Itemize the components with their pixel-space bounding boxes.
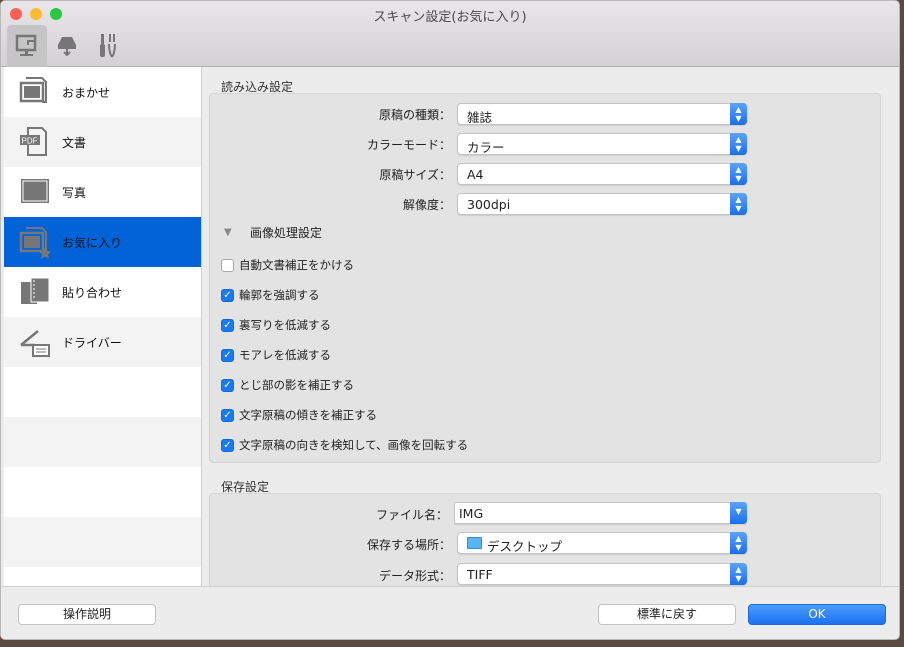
sidebar-item-label: 写真 — [62, 185, 87, 200]
paper-size-select[interactable]: A4 ▲ ▼ — [457, 163, 747, 185]
checkbox-sharpen-outline[interactable]: ✓ 輪郭を強調する — [221, 287, 320, 303]
sidebar-item-label: お気に入り — [62, 235, 123, 250]
tools-icon — [100, 34, 116, 58]
help-button[interactable]: 操作説明 — [18, 604, 156, 625]
sidebar-item-label: 文書 — [62, 135, 87, 150]
window-title: スキャン設定(お気に入り) — [373, 10, 527, 25]
scanner-tray-icon — [58, 37, 76, 57]
auto-scan-icon — [19, 77, 47, 103]
restore-defaults-button[interactable]: 標準に戻す — [598, 604, 736, 625]
resolution-select[interactable]: 300dpi ▲ ▼ — [457, 193, 747, 215]
chevron-down-icon: ▼ — [730, 502, 747, 524]
title-bar: スキャン設定(お気に入り) — [1, 1, 899, 67]
paper-size-label: 原稿サイズ： — [379, 168, 451, 182]
checkbox-orientation-detect[interactable]: ✓ 文字原稿の向きを検知して、画像を回転する — [221, 437, 468, 453]
favorite-icon — [19, 227, 51, 259]
checkbox-slant-correction[interactable]: ✓ 文字原稿の傾きを補正する — [221, 407, 377, 423]
resolution-label: 解像度： — [402, 198, 451, 212]
sidebar-item-favorite[interactable]: お気に入り — [4, 217, 201, 267]
sidebar-item-label: ドライバー — [62, 335, 122, 350]
sidebar-item-photo[interactable]: 写真 — [4, 167, 201, 217]
updown-arrow-icon: ▲ ▼ — [730, 103, 747, 125]
scan-mode-sidebar: おまかせ PDF 文書 写真 お気に入り 貼り合わせ ドライバー — [4, 67, 202, 586]
updown-arrow-icon: ▲ ▼ — [730, 193, 747, 215]
svg-text:PDF: PDF — [22, 137, 38, 146]
disclosure-triangle-icon[interactable]: ▼ — [224, 227, 232, 238]
sidebar-item-stitch[interactable]: 貼り合わせ — [4, 267, 201, 317]
image-processing-heading: 画像処理設定 — [250, 226, 323, 240]
color-mode-select[interactable]: カラー ▲ ▼ — [457, 133, 747, 155]
updown-arrow-icon: ▲ ▼ — [730, 563, 747, 585]
ok-button[interactable]: OK — [748, 604, 886, 625]
sidebar-item-auto[interactable]: おまかせ — [4, 67, 201, 117]
scan-settings-window: スキャン設定(お気に入り) おまかせ PDF 文書 写真 お気に入り 貼り合わせ… — [0, 0, 900, 640]
photo-icon — [21, 179, 49, 203]
sidebar-item-label: 貼り合わせ — [62, 285, 123, 300]
tab-scan-from-computer[interactable] — [7, 25, 47, 67]
updown-arrow-icon: ▲ ▼ — [730, 532, 747, 554]
sidebar-item-driver[interactable]: ドライバー — [4, 317, 201, 367]
save-location-select[interactable]: デスクトップ ▲ ▼ — [457, 532, 747, 554]
sidebar-item-document[interactable]: PDF 文書 — [4, 117, 201, 167]
checkbox-auto-document-fix[interactable]: 自動文書補正をかける — [221, 257, 354, 273]
stitch-icon — [21, 277, 50, 304]
checkbox-reduce-moire[interactable]: ✓ モアレを低減する — [221, 347, 331, 363]
document-type-label: 原稿の種類： — [378, 108, 451, 122]
data-format-select[interactable]: TIFF ▲ ▼ — [457, 563, 747, 585]
folder-icon — [467, 537, 482, 549]
save-location-label: 保存する場所： — [366, 538, 451, 552]
sidebar-item-label: おまかせ — [62, 85, 111, 100]
file-name-label: ファイル名： — [375, 508, 448, 522]
data-format-label: データ形式： — [378, 569, 451, 583]
checkbox-reduce-show-through[interactable]: ✓ 裏写りを低減する — [221, 317, 331, 333]
color-mode-label: カラーモード： — [366, 138, 451, 152]
document-type-select[interactable]: 雑誌 ▲ ▼ — [457, 103, 747, 125]
computer-scan-icon — [15, 34, 37, 56]
tab-general-settings[interactable] — [87, 25, 127, 67]
pdf-document-icon: PDF — [20, 127, 47, 156]
updown-arrow-icon: ▲ ▼ — [730, 133, 747, 155]
scanner-driver-icon — [20, 330, 50, 357]
tab-scan-from-panel[interactable] — [47, 25, 87, 67]
file-name-combobox[interactable]: IMG ▼ — [454, 502, 747, 524]
dialog-footer: 操作説明 標準に戻す OK — [1, 586, 899, 639]
checkbox-gutter-shadow[interactable]: ✓ とじ部の影を補正する — [221, 377, 354, 393]
updown-arrow-icon: ▲ ▼ — [730, 163, 747, 185]
